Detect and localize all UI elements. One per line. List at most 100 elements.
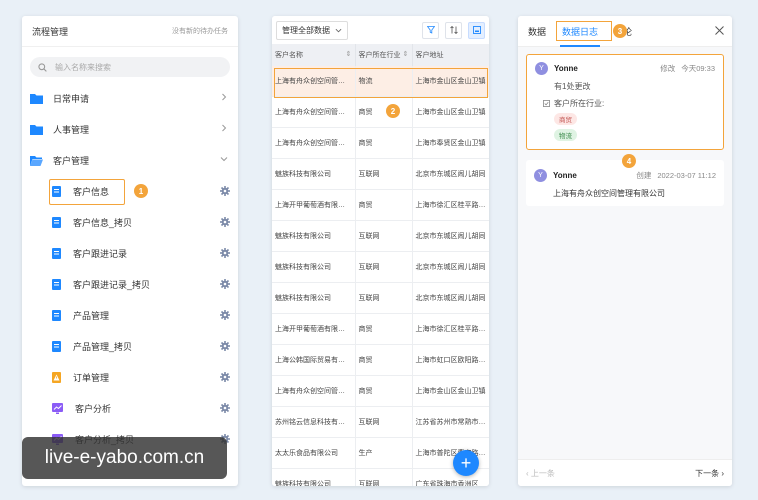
column-header[interactable]: 客户所在行业 ⇕: [355, 44, 413, 66]
form-item-product[interactable]: 产品管理: [22, 300, 238, 331]
gear-icon[interactable]: [220, 279, 230, 289]
search-input[interactable]: [53, 61, 207, 73]
folder-open-icon: [30, 156, 43, 166]
step-badge-1: 1: [134, 184, 148, 198]
todo-hint[interactable]: 没有新的待办任务: [172, 26, 228, 36]
gear-icon[interactable]: [220, 341, 230, 351]
table-cell: 上海有舟众创空间管理有限公司: [272, 127, 356, 159]
table-row[interactable]: 上海开甲葡萄酒有限公司商贸上海市徐汇区桂平路391号: [272, 189, 489, 221]
prev-record-button[interactable]: ‹ 上一条: [526, 468, 555, 479]
column-header-label: 客户所在行业: [358, 52, 401, 59]
gear-icon[interactable]: [220, 403, 230, 413]
tab-data[interactable]: 数据: [528, 25, 546, 38]
avatar: Y: [535, 61, 548, 75]
form-item-label: 订单管理: [73, 373, 110, 383]
table-row[interactable]: 上海公韩国际贸易有限公司商贸上海市虹口区欧阳路196号: [272, 344, 489, 376]
table-cell: 互联网: [355, 158, 413, 190]
table-cell: 互联网: [355, 468, 413, 486]
document-icon: [52, 279, 61, 290]
table-cell: 上海市徐汇区桂平路391号: [412, 313, 489, 345]
table-row[interactable]: 上海有舟众创空间管理有限公司商贸上海市金山区金山卫镇: [272, 96, 489, 128]
table-cell: 上海有舟众创空间管理有限公司: [272, 96, 356, 128]
table-cell: 上海有舟众创空间管理有限公司: [272, 66, 356, 97]
form-item-label: 客户信息_拷贝: [73, 218, 133, 228]
form-item-label: 客户分析: [75, 404, 112, 414]
log-card-header: Y Yonne 修改 今天09:33: [535, 59, 715, 77]
changed-field-label: 客户所在行业:: [554, 99, 605, 108]
close-icon[interactable]: [715, 26, 724, 35]
table-row[interactable]: 魅族科技有限公司 互联网 北京市东城区闹儿胡同: [272, 282, 489, 314]
log-card-modify: Y Yonne 修改 今天09:33 有1处更改 客户所在行业: 商贸 物流: [526, 54, 724, 150]
table-row[interactable]: 魅族科技有限公司 互联网 北京市东城区闹儿胡同: [272, 251, 489, 283]
table-row[interactable]: 魅族科技有限公司 互联网 北京市东城区闹儿胡同: [272, 220, 489, 252]
gear-icon[interactable]: [220, 248, 230, 258]
document-icon: [52, 217, 61, 228]
form-item-customer-info-copy[interactable]: 客户信息_拷贝: [22, 207, 238, 238]
selection-highlight: [49, 179, 125, 205]
form-item-product-copy[interactable]: 产品管理_拷贝: [22, 331, 238, 362]
data-scope-select[interactable]: 管理全部数据: [276, 20, 348, 40]
card-view-icon: [472, 26, 481, 34]
tab-highlight: [556, 21, 612, 41]
log-time: 今天09:33: [681, 63, 715, 73]
folder-label: 客户管理: [53, 156, 90, 166]
data-table-panel: 管理全部数据 客户名称⇕ 客户所在行业⇕ 客户地址 上海有舟众创空间管理有限公司…: [272, 16, 489, 486]
form-item-orders[interactable]: 订单管理: [22, 362, 238, 393]
sort-button[interactable]: [445, 21, 462, 39]
add-record-button[interactable]: +: [453, 450, 479, 476]
folder-customer[interactable]: 客户管理: [22, 145, 238, 176]
next-record-button[interactable]: 下一条 ›: [695, 468, 724, 479]
sidebar-title: 流程管理: [32, 26, 69, 37]
table-row[interactable]: 魅族科技有限公司 互联网 北京市东城区闹儿胡同: [272, 158, 489, 190]
column-header[interactable]: 客户地址: [412, 44, 489, 66]
folder-hr[interactable]: 人事管理: [22, 114, 238, 145]
form-item-customer-info[interactable]: 客户信息 1: [22, 176, 238, 207]
sort-toggle-icon[interactable]: ⇕: [403, 50, 409, 58]
table-cell: 广东省珠海市香洲区: [412, 468, 489, 486]
chart-icon: [52, 403, 63, 414]
table-body: 上海有舟众创空间管理有限公司物流上海市金山区金山卫镇上海有舟众创空间管理有限公司…: [272, 66, 489, 486]
log-content: 上海有舟众创空间管理有限公司: [553, 189, 665, 198]
sort-toggle-icon[interactable]: ⇕: [346, 50, 352, 58]
chevron-right-icon: [222, 124, 227, 132]
table-cell: 上海市金山区金山卫镇: [412, 66, 489, 97]
changed-field: 客户所在行业:: [543, 98, 715, 109]
table-cell: 魅族科技有限公司: [272, 158, 356, 190]
new-value-tag: 物流: [554, 129, 577, 141]
chevron-down-icon: [220, 157, 228, 162]
form-item-followup[interactable]: 客户跟进记录: [22, 238, 238, 269]
table-cell: 太太乐食品有限公司: [272, 437, 356, 469]
table-row[interactable]: 上海有舟众创空间管理有限公司商贸上海市金山区金山卫镇: [272, 375, 489, 407]
table-row[interactable]: 上海开甲葡萄酒有限公司商贸上海市徐汇区桂平路391号: [272, 313, 489, 345]
table-cell: 魅族科技有限公司: [272, 468, 356, 486]
log-user: Yonne: [554, 63, 578, 73]
table-cell: 互联网: [355, 282, 413, 314]
column-header[interactable]: 客户名称 ⇕: [272, 44, 356, 66]
search-box[interactable]: [30, 57, 230, 77]
folder-icon: [30, 125, 43, 135]
log-card-header: Y Yonne 创建 2022-03-07 11:12: [534, 166, 716, 184]
form-item-followup-copy[interactable]: 客户跟进记录_拷贝: [22, 269, 238, 300]
table-cell: 上海市虹口区欧阳路196号: [412, 344, 489, 376]
filter-icon: [426, 26, 435, 34]
gear-icon[interactable]: [220, 372, 230, 382]
gear-icon[interactable]: [220, 217, 230, 227]
filter-button[interactable]: [422, 21, 439, 39]
table-cell: 生产: [355, 437, 413, 469]
chevron-right-icon: [222, 93, 227, 101]
table-cell: 上海公韩国际贸易有限公司: [272, 344, 356, 376]
gear-icon[interactable]: [220, 310, 230, 320]
log-time: 2022-03-07 11:12: [657, 170, 716, 180]
table-row[interactable]: 上海有舟众创空间管理有限公司物流上海市金山区金山卫镇: [272, 66, 489, 97]
table-row[interactable]: 苏州铭云信息科技有限公司互联网江苏省苏州市常熟市黄河路: [272, 406, 489, 438]
sort-icon: [449, 26, 458, 34]
table-row[interactable]: 上海有舟众创空间管理有限公司商贸上海市奉贤区金山卫镇: [272, 127, 489, 159]
view-toggle-button[interactable]: [468, 21, 485, 39]
old-value-row: 商贸: [554, 109, 715, 125]
column-header-label: 客户地址: [415, 52, 444, 59]
table-cell: 北京市东城区闹儿胡同: [412, 251, 489, 283]
form-item-analysis[interactable]: 客户分析: [22, 393, 238, 424]
step-badge-4: 4: [622, 154, 636, 168]
folder-daily-requests[interactable]: 日常申请: [22, 83, 238, 114]
gear-icon[interactable]: [220, 186, 230, 196]
